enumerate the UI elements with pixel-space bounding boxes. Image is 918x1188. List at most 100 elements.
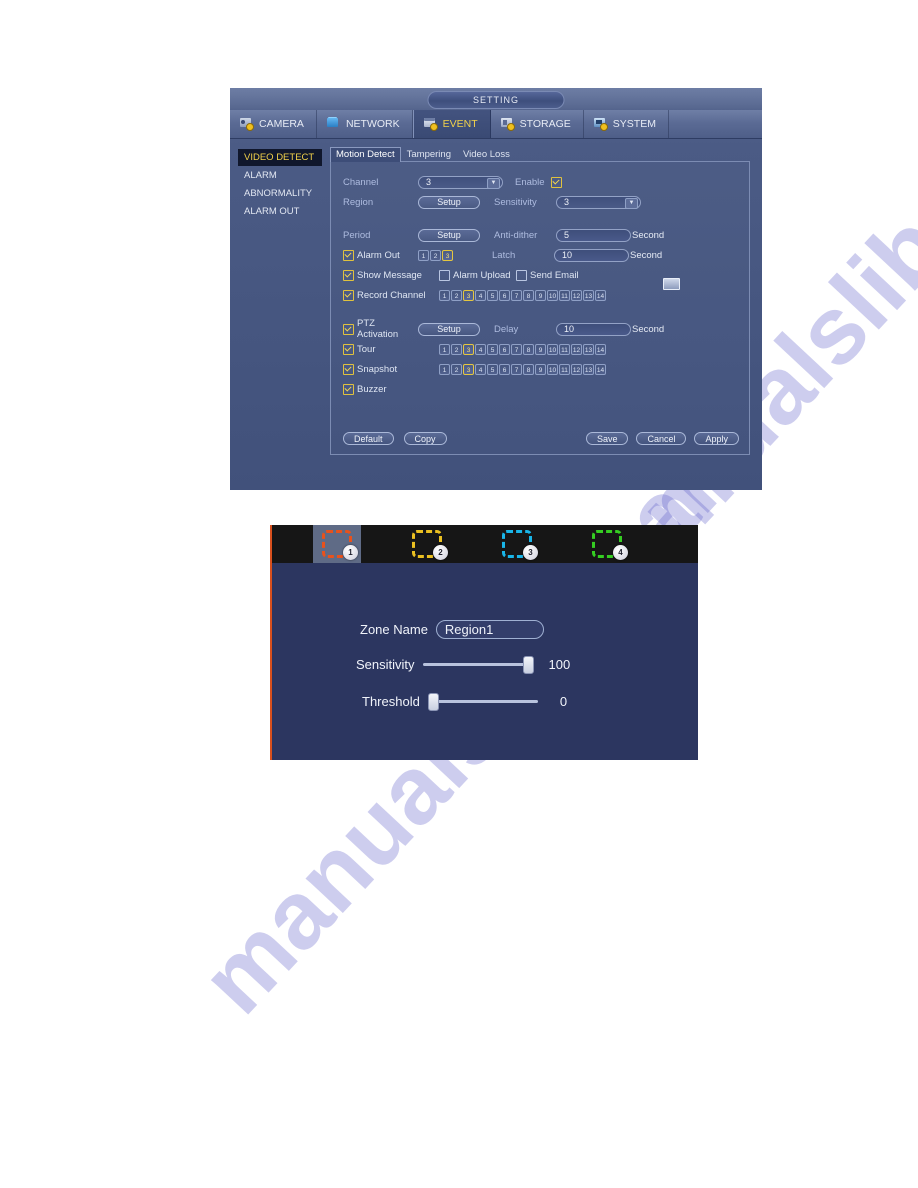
snapshot-checkbox[interactable]	[343, 363, 354, 375]
tab-system[interactable]: SYSTEM	[584, 110, 669, 138]
record-channel-check-group[interactable]: Record Channel	[343, 289, 439, 301]
tour-check-group[interactable]: Tour	[343, 343, 439, 355]
period-setup-button[interactable]: Setup	[418, 228, 480, 242]
record-channel-box[interactable]: 10	[547, 289, 558, 301]
zone-selector-2[interactable]: 2	[403, 525, 451, 563]
record-channel-box[interactable]: 2	[451, 289, 462, 301]
tour-channel-box[interactable]: 10	[547, 343, 558, 355]
snapshot-channel-box[interactable]: 4	[475, 363, 486, 375]
snapshot-channel-box[interactable]: 6	[499, 363, 510, 375]
tour-channel-box[interactable]: 5	[487, 343, 498, 355]
slider-knob[interactable]	[522, 655, 534, 674]
snapshot-channel-box[interactable]: 12	[571, 363, 582, 375]
alarm-upload-checkbox[interactable]	[439, 269, 450, 281]
alarm-out-checkbox[interactable]	[343, 249, 354, 261]
zone-threshold-slider[interactable]	[427, 692, 538, 711]
snapshot-channel-box[interactable]: 13	[583, 363, 594, 375]
zone-selector-1[interactable]: 1	[313, 525, 361, 563]
tab-storage[interactable]: STORAGE	[491, 110, 584, 138]
region-setup-button[interactable]: Setup	[418, 195, 480, 209]
record-channel-box[interactable]: 1	[439, 289, 450, 301]
snapshot-channel-box[interactable]: 3	[463, 363, 474, 375]
tour-channel-box[interactable]: 3	[463, 343, 474, 355]
record-channel-box[interactable]: 5	[487, 289, 498, 301]
snapshot-channel-box[interactable]: 2	[451, 363, 462, 375]
alarm-out-check-group[interactable]: Alarm Out	[343, 249, 418, 261]
snapshot-channel-box[interactable]: 1	[439, 363, 450, 375]
latch-input[interactable]: 10	[554, 248, 629, 262]
tour-channel-box[interactable]: 14	[595, 343, 606, 355]
slider-knob[interactable]	[427, 692, 439, 711]
send-email-checkbox[interactable]	[516, 269, 527, 281]
sidebar-item-alarm-out[interactable]: ALARM OUT	[238, 203, 330, 220]
cancel-button[interactable]: Cancel	[636, 432, 687, 445]
record-channel-box[interactable]: 7	[511, 289, 522, 301]
tab-network[interactable]: NETWORK	[317, 110, 413, 138]
tour-channel-box[interactable]: 12	[571, 343, 582, 355]
apply-button[interactable]: Apply	[694, 432, 739, 445]
sidebar-item-video-detect[interactable]: VIDEO DETECT	[238, 149, 323, 166]
snapshot-check-group[interactable]: Snapshot	[343, 363, 439, 375]
tour-channel-box[interactable]: 9	[535, 343, 546, 355]
zone-selector-3[interactable]: 3	[493, 525, 541, 563]
ptz-check-group[interactable]: PTZ Activation	[343, 318, 418, 340]
save-button[interactable]: Save	[585, 432, 629, 445]
buzzer-checkbox[interactable]	[343, 383, 354, 395]
tab-camera[interactable]: CAMERA	[230, 110, 317, 138]
tour-checkbox[interactable]	[343, 343, 354, 355]
anti-dither-input[interactable]: 5	[556, 228, 631, 242]
zone-selector-4[interactable]: 4	[583, 525, 631, 563]
snapshot-channel-box[interactable]: 14	[595, 363, 606, 375]
snapshot-channel-box[interactable]: 9	[535, 363, 546, 375]
zone-name-input[interactable]: Region1	[435, 620, 544, 639]
tab-tampering[interactable]: Tampering	[401, 147, 457, 162]
chevron-down-icon[interactable]: ▼	[487, 177, 500, 189]
tab-event[interactable]: EVENT	[412, 110, 491, 138]
ptz-setup-button[interactable]: Setup	[418, 322, 480, 336]
record-channel-box[interactable]: 4	[475, 289, 486, 301]
tab-motion-detect[interactable]: Motion Detect	[330, 147, 401, 162]
show-message-check-group[interactable]: Show Message	[343, 269, 439, 281]
record-channel-box[interactable]: 8	[523, 289, 534, 301]
tour-channel-box[interactable]: 6	[499, 343, 510, 355]
alarm-out-channel[interactable]: 1	[418, 249, 429, 261]
tour-channel-box[interactable]: 7	[511, 343, 522, 355]
send-email-check-group[interactable]: Send Email	[516, 269, 579, 281]
record-channel-box[interactable]: 3	[463, 289, 474, 301]
alarm-out-channel[interactable]: 2	[430, 249, 441, 261]
record-channel-box[interactable]: 13	[583, 289, 594, 301]
zone-sensitivity-slider[interactable]	[422, 655, 534, 674]
record-channel-box[interactable]: 11	[559, 289, 570, 301]
tour-channel-box[interactable]: 4	[475, 343, 486, 355]
snapshot-channel-box[interactable]: 5	[487, 363, 498, 375]
default-button[interactable]: Default	[343, 432, 394, 445]
alarm-out-channel[interactable]: 3	[442, 249, 453, 261]
tour-channel-box[interactable]: 11	[559, 343, 570, 355]
tab-video-loss[interactable]: Video Loss	[457, 147, 516, 162]
channel-select[interactable]: 3 ▼	[418, 175, 503, 189]
sensitivity-select[interactable]: 3 ▼	[556, 195, 641, 209]
tour-channel-box[interactable]: 2	[451, 343, 462, 355]
snapshot-channel-box[interactable]: 11	[559, 363, 570, 375]
copy-button[interactable]: Copy	[403, 432, 447, 445]
tour-channel-box[interactable]: 13	[583, 343, 594, 355]
chevron-down-icon[interactable]: ▼	[625, 197, 638, 209]
tour-channel-box[interactable]: 8	[523, 343, 534, 355]
show-message-checkbox[interactable]	[343, 269, 354, 281]
record-channel-box[interactable]: 9	[535, 289, 546, 301]
tour-channel-box[interactable]: 1	[439, 343, 450, 355]
enable-checkbox[interactable]	[550, 176, 562, 188]
snapshot-channel-box[interactable]: 7	[511, 363, 522, 375]
record-channel-box[interactable]: 12	[571, 289, 582, 301]
sidebar-item-abnormality[interactable]: ABNORMALITY	[238, 185, 330, 202]
record-channel-box[interactable]: 14	[595, 289, 606, 301]
record-channel-box[interactable]: 6	[499, 289, 510, 301]
delay-input[interactable]: 10	[556, 322, 631, 336]
snapshot-channel-box[interactable]: 8	[523, 363, 534, 375]
snapshot-channel-box[interactable]: 10	[547, 363, 558, 375]
alarm-upload-check-group[interactable]: Alarm Upload	[439, 269, 516, 281]
sidebar-item-alarm[interactable]: ALARM	[238, 167, 330, 184]
record-channel-checkbox[interactable]	[343, 289, 354, 301]
ptz-checkbox[interactable]	[343, 323, 354, 335]
buzzer-check-group[interactable]: Buzzer	[343, 383, 387, 395]
